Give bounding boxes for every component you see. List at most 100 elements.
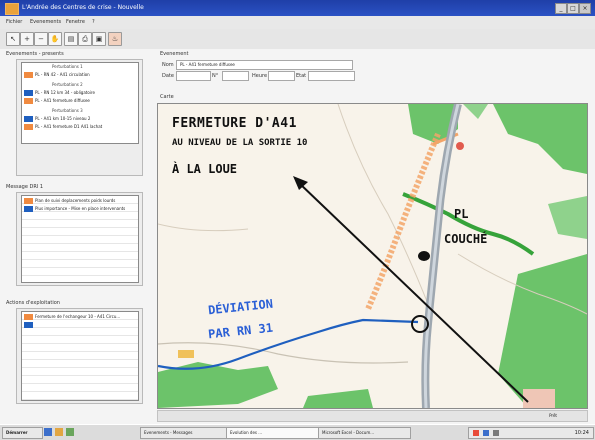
action-label-1: Fermeture de l'echangeur 10 - A41 Circu.… [35, 314, 121, 319]
status-bar: Prêt [157, 410, 588, 422]
nom-field[interactable]: PL - A41 fermeture diffusee [176, 60, 353, 70]
num-field[interactable] [222, 71, 249, 81]
annotation-couche: COUCHÉ [444, 232, 488, 246]
maximize-button[interactable]: □ [567, 3, 579, 14]
taskbar-item-2[interactable]: Evolution des ... [226, 427, 319, 439]
annotation-pl: PL [454, 207, 469, 221]
event-row-1[interactable]: PL - RN 42 - A41 circulation [24, 71, 90, 79]
menu-item-evenements[interactable]: Evenements [30, 19, 61, 25]
close-button[interactable]: × [579, 3, 591, 14]
etat-label: Etat [296, 73, 307, 79]
event-label-2: PL - RN 12 km 34 - obligatoire [35, 90, 95, 95]
pointer-icon[interactable]: ↖ [6, 32, 20, 46]
minor-road [158, 342, 409, 364]
messages-group: Plan de suivi deplacements poids lourds … [16, 192, 143, 286]
message-row-1[interactable]: Plan de suivi deplacements poids lourds [24, 197, 115, 205]
blue-marker-icon [24, 206, 33, 212]
tray-icon[interactable] [473, 430, 479, 436]
num-label: N° [212, 73, 219, 79]
tray-icon[interactable] [493, 430, 499, 436]
actions-group: Fermeture de l'echangeur 10 - A41 Circu.… [16, 308, 143, 404]
map-view[interactable]: FERMETURE D'A41 AU NIVEAU DE LA SORTIE 1… [157, 103, 588, 409]
title-bar: L'Andrée des Centres de crise - Nouvelle… [0, 0, 595, 16]
messages-section-title: Message DRI 1 [6, 184, 44, 190]
save-icon[interactable]: ▣ [92, 32, 106, 46]
event-section-title: Evenement [160, 51, 189, 57]
event-row-4[interactable]: PL - A41 km 10-15 niveau 2 [24, 115, 90, 123]
blue-marker-icon [24, 116, 33, 122]
truck-marker [418, 251, 430, 261]
action-row-2[interactable] [24, 321, 35, 329]
events-group: Perturbations 1 PL - RN 42 - A41 circula… [16, 59, 143, 176]
date-field[interactable] [176, 71, 211, 81]
event-header-1: Perturbations 1 [52, 64, 83, 69]
hand-icon[interactable]: ✋ [48, 32, 62, 46]
zoom-in-icon[interactable]: + [20, 32, 34, 46]
annotation-closure-line1: FERMETURE D'A41 [172, 116, 297, 131]
event-row-2[interactable]: PL - RN 12 km 34 - obligatoire [24, 89, 95, 97]
nom-label: Nom [162, 62, 174, 68]
messages-list[interactable]: Plan de suivi deplacements poids lourds … [21, 195, 139, 283]
map-section-title: Carte [160, 94, 174, 100]
action-row-1[interactable]: Fermeture de l'echangeur 10 - A41 Circu.… [24, 313, 120, 321]
quicklaunch-icon[interactable] [44, 428, 52, 436]
menu-item-fichier[interactable]: Fichier [6, 19, 22, 25]
minor-road [158, 223, 249, 232]
system-tray: 10:24 [468, 427, 594, 439]
actions-list[interactable]: Fermeture de l'echangeur 10 - A41 Circu.… [21, 311, 139, 401]
etat-field[interactable] [308, 71, 355, 81]
town-marker [178, 350, 194, 358]
tray-icon[interactable] [483, 430, 489, 436]
app-icon [5, 3, 19, 15]
forest-area [463, 104, 488, 119]
map-canvas [158, 104, 587, 408]
date-label: Date [162, 73, 174, 79]
event-header-3: Perturbations 3 [52, 108, 83, 113]
event-header-2: Perturbations 2 [52, 82, 83, 87]
message-label-2: Plus importance - Mise en place interven… [35, 206, 126, 211]
quicklaunch-icon[interactable] [66, 428, 74, 436]
arrow-head-icon [293, 176, 308, 190]
forest-area [548, 196, 587, 239]
deviation-route [158, 318, 419, 370]
events-tree[interactable]: Perturbations 1 PL - RN 42 - A41 circula… [21, 62, 139, 144]
orange-marker-icon [24, 198, 33, 204]
quicklaunch-icon[interactable] [55, 428, 63, 436]
start-button[interactable]: Démarrer [2, 427, 43, 439]
event-label-4: PL - A41 km 10-15 niveau 2 [35, 116, 91, 121]
minimize-button[interactable]: _ [555, 3, 567, 14]
fire-icon[interactable]: ♨ [108, 32, 122, 46]
event-row-3[interactable]: PL - A41 fermeture diffusee [24, 97, 90, 105]
orange-marker-icon [24, 314, 33, 320]
event-label-5: PL - A41 fermeture D1 A41 lachat [35, 124, 103, 129]
event-label-3: PL - A41 fermeture diffusee [35, 98, 90, 103]
taskbar-item-3[interactable]: Microsoft Excel - Docum... [318, 427, 411, 439]
event-label-1: PL - RN 42 - A41 circulation [35, 72, 90, 77]
taskbar-item-1[interactable]: Evenements - Messages [140, 427, 227, 439]
layers-icon[interactable]: ▤ [64, 32, 78, 46]
status-text: Prêt [549, 413, 557, 418]
menu-item-fenetre[interactable]: Fenetre [66, 19, 85, 25]
zoom-out-icon[interactable]: − [34, 32, 48, 46]
menu-item-help[interactable]: ? [92, 19, 95, 25]
heure-field[interactable] [268, 71, 295, 81]
orange-marker-icon [24, 98, 33, 104]
orange-marker-icon [24, 124, 33, 130]
pointer-arrow [297, 181, 529, 403]
menu-bar: Fichier Evenements Fenetre ? [0, 16, 595, 29]
forest-area [303, 389, 373, 408]
toolbar: ↖ + − ✋ ▤ ⎙ ▣ ♨ [0, 29, 595, 49]
taskbar: Démarrer Evenements - Messages Evolution… [0, 424, 595, 440]
clock: 10:24 [574, 430, 589, 436]
actions-section-title: Actions d'exploitation [6, 300, 60, 306]
heure-label: Heure [252, 73, 268, 79]
message-label-1: Plan de suivi deplacements poids lourds [35, 198, 116, 203]
message-row-2[interactable]: Plus importance - Mise en place interven… [24, 205, 125, 213]
event-row-5[interactable]: PL - A41 fermeture D1 A41 lachat [24, 123, 102, 131]
building-area [523, 389, 555, 408]
annotation-closure-line3: À LA LOUE [172, 162, 238, 176]
events-section-title: Evenements - presents [6, 51, 64, 57]
annotation-closure-line2: AU NIVEAU DE LA SORTIE 10 [172, 138, 308, 148]
marker-dot [456, 142, 464, 150]
print-icon[interactable]: ⎙ [78, 32, 92, 46]
